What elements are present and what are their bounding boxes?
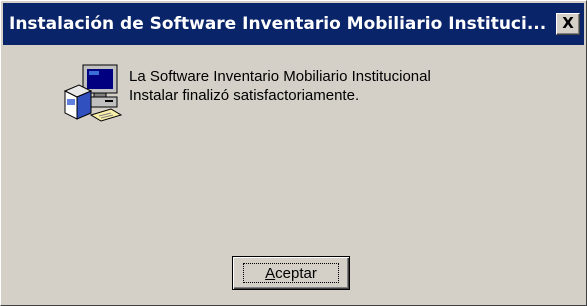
title-bar[interactable]: Instalación de Software Inventario Mobil…	[3, 3, 584, 45]
accept-button-label: Aceptar	[265, 264, 317, 282]
setup-complete-dialog: Instalación de Software Inventario Mobil…	[0, 0, 587, 306]
completion-message: La Software Inventario Mobiliario Instit…	[129, 67, 431, 105]
close-button[interactable]: X	[556, 13, 580, 35]
dialog-title: Instalación de Software Inventario Mobil…	[9, 14, 547, 34]
computer-setup-icon	[61, 63, 125, 129]
message-line-2: Instalar finalizó satisfactoriamente.	[129, 87, 360, 104]
message-line-1: La Software Inventario Mobiliario Instit…	[129, 68, 431, 85]
focus-rectangle: Aceptar	[243, 263, 339, 283]
accept-button[interactable]: Aceptar	[232, 256, 350, 290]
